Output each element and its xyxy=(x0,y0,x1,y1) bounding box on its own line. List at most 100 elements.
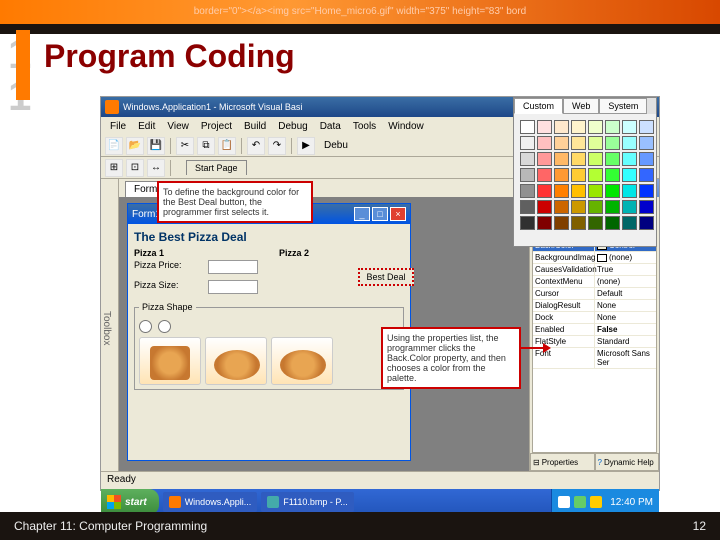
menu-tools[interactable]: Tools xyxy=(348,120,381,133)
undo-button[interactable]: ↶ xyxy=(247,137,265,155)
taskbar-item-vs[interactable]: Windows.Appli... xyxy=(163,492,258,512)
color-swatch[interactable] xyxy=(639,120,654,134)
size1-input[interactable] xyxy=(208,280,258,294)
property-row[interactable]: ContextMenu(none) xyxy=(533,276,656,288)
align-button[interactable]: ⊞ xyxy=(105,159,123,177)
color-swatch[interactable] xyxy=(537,120,552,134)
color-swatch[interactable] xyxy=(588,168,603,182)
redo-button[interactable]: ↷ xyxy=(268,137,286,155)
open-button[interactable]: 📂 xyxy=(126,137,144,155)
menu-project[interactable]: Project xyxy=(196,120,237,133)
grid-button[interactable]: ⊡ xyxy=(126,159,144,177)
color-swatch[interactable] xyxy=(554,120,569,134)
menu-edit[interactable]: Edit xyxy=(133,120,160,133)
color-swatch[interactable] xyxy=(605,200,620,214)
property-row[interactable]: FontMicrosoft Sans Ser xyxy=(533,348,656,369)
color-swatch[interactable] xyxy=(537,184,552,198)
tray-icon-2[interactable] xyxy=(574,496,586,508)
tray-icon-1[interactable] xyxy=(558,496,570,508)
property-row[interactable]: BackgroundImag(none) xyxy=(533,252,656,264)
color-swatch[interactable] xyxy=(622,216,637,230)
color-swatch[interactable] xyxy=(571,120,586,134)
color-swatch[interactable] xyxy=(554,168,569,182)
color-tab-custom[interactable]: Custom xyxy=(514,98,563,114)
property-row[interactable]: CursorDefault xyxy=(533,288,656,300)
color-swatch[interactable] xyxy=(554,136,569,150)
color-swatch[interactable] xyxy=(639,216,654,230)
menu-window[interactable]: Window xyxy=(383,120,429,133)
start-debug-button[interactable]: ▶ xyxy=(297,137,315,155)
form-body[interactable]: The Best Pizza Deal Pizza 1 Pizza 2 Pizz… xyxy=(128,224,410,460)
color-swatch[interactable] xyxy=(571,216,586,230)
form-maximize-button[interactable]: □ xyxy=(372,207,388,221)
menu-view[interactable]: View xyxy=(162,120,194,133)
color-swatch[interactable] xyxy=(571,168,586,182)
color-swatch[interactable] xyxy=(588,152,603,166)
spacing-button[interactable]: ↔ xyxy=(147,159,165,177)
color-swatch[interactable] xyxy=(622,200,637,214)
color-swatch[interactable] xyxy=(520,216,535,230)
price1-input[interactable] xyxy=(208,260,258,274)
color-swatch[interactable] xyxy=(639,184,654,198)
color-swatch[interactable] xyxy=(588,120,603,134)
color-swatch[interactable] xyxy=(520,184,535,198)
color-swatch[interactable] xyxy=(622,136,637,150)
menu-data[interactable]: Data xyxy=(315,120,346,133)
color-swatch[interactable] xyxy=(520,120,535,134)
color-swatch[interactable] xyxy=(605,120,620,134)
color-swatch[interactable] xyxy=(520,200,535,214)
menu-build[interactable]: Build xyxy=(239,120,271,133)
color-swatch[interactable] xyxy=(622,152,637,166)
color-swatch[interactable] xyxy=(622,184,637,198)
color-swatch[interactable] xyxy=(639,200,654,214)
dynamic-help-tab[interactable]: ?Dynamic Help xyxy=(595,453,660,471)
color-swatch[interactable] xyxy=(605,216,620,230)
cut-button[interactable]: ✂ xyxy=(176,137,194,155)
properties-tab[interactable]: ⊟Properties xyxy=(530,453,595,471)
color-swatch[interactable] xyxy=(571,136,586,150)
color-swatch[interactable] xyxy=(588,216,603,230)
color-tab-system[interactable]: System xyxy=(599,98,647,114)
tray-icon-3[interactable] xyxy=(590,496,602,508)
color-swatch[interactable] xyxy=(571,200,586,214)
property-row[interactable]: EnabledFalse xyxy=(533,324,656,336)
taskbar-item-paint[interactable]: F1110.bmp - P... xyxy=(261,492,354,512)
color-swatch[interactable] xyxy=(605,136,620,150)
color-swatch[interactable] xyxy=(622,120,637,134)
color-swatch[interactable] xyxy=(537,168,552,182)
color-swatch[interactable] xyxy=(605,152,620,166)
color-swatch[interactable] xyxy=(537,200,552,214)
property-row[interactable]: DockNone xyxy=(533,312,656,324)
color-swatch[interactable] xyxy=(554,216,569,230)
color-swatch[interactable] xyxy=(639,136,654,150)
property-row[interactable]: CausesValidationTrue xyxy=(533,264,656,276)
color-swatch[interactable] xyxy=(537,152,552,166)
color-swatch[interactable] xyxy=(639,168,654,182)
start-page-tab[interactable]: Start Page xyxy=(186,160,247,175)
color-swatch[interactable] xyxy=(554,152,569,166)
color-swatch[interactable] xyxy=(571,184,586,198)
property-row[interactable]: DialogResultNone xyxy=(533,300,656,312)
copy-button[interactable]: ⧉ xyxy=(197,137,215,155)
color-swatch[interactable] xyxy=(605,184,620,198)
menu-debug[interactable]: Debug xyxy=(273,120,312,133)
save-button[interactable]: 💾 xyxy=(147,137,165,155)
menu-file[interactable]: File xyxy=(105,120,131,133)
color-swatch[interactable] xyxy=(571,152,586,166)
color-swatch[interactable] xyxy=(554,184,569,198)
best-deal-button[interactable]: Best Deal xyxy=(358,268,414,286)
color-swatch[interactable] xyxy=(588,184,603,198)
color-swatch[interactable] xyxy=(588,200,603,214)
color-swatch[interactable] xyxy=(520,152,535,166)
round-radio[interactable] xyxy=(139,320,152,333)
color-swatch[interactable] xyxy=(537,136,552,150)
color-swatch[interactable] xyxy=(639,152,654,166)
color-swatch[interactable] xyxy=(605,168,620,182)
toolbox-tab[interactable]: Toolbox xyxy=(101,179,119,471)
color-swatch[interactable] xyxy=(537,216,552,230)
color-tab-web[interactable]: Web xyxy=(563,98,599,114)
form-minimize-button[interactable]: _ xyxy=(354,207,370,221)
property-row[interactable]: FlatStyleStandard xyxy=(533,336,656,348)
paste-button[interactable]: 📋 xyxy=(218,137,236,155)
square-radio[interactable] xyxy=(158,320,171,333)
